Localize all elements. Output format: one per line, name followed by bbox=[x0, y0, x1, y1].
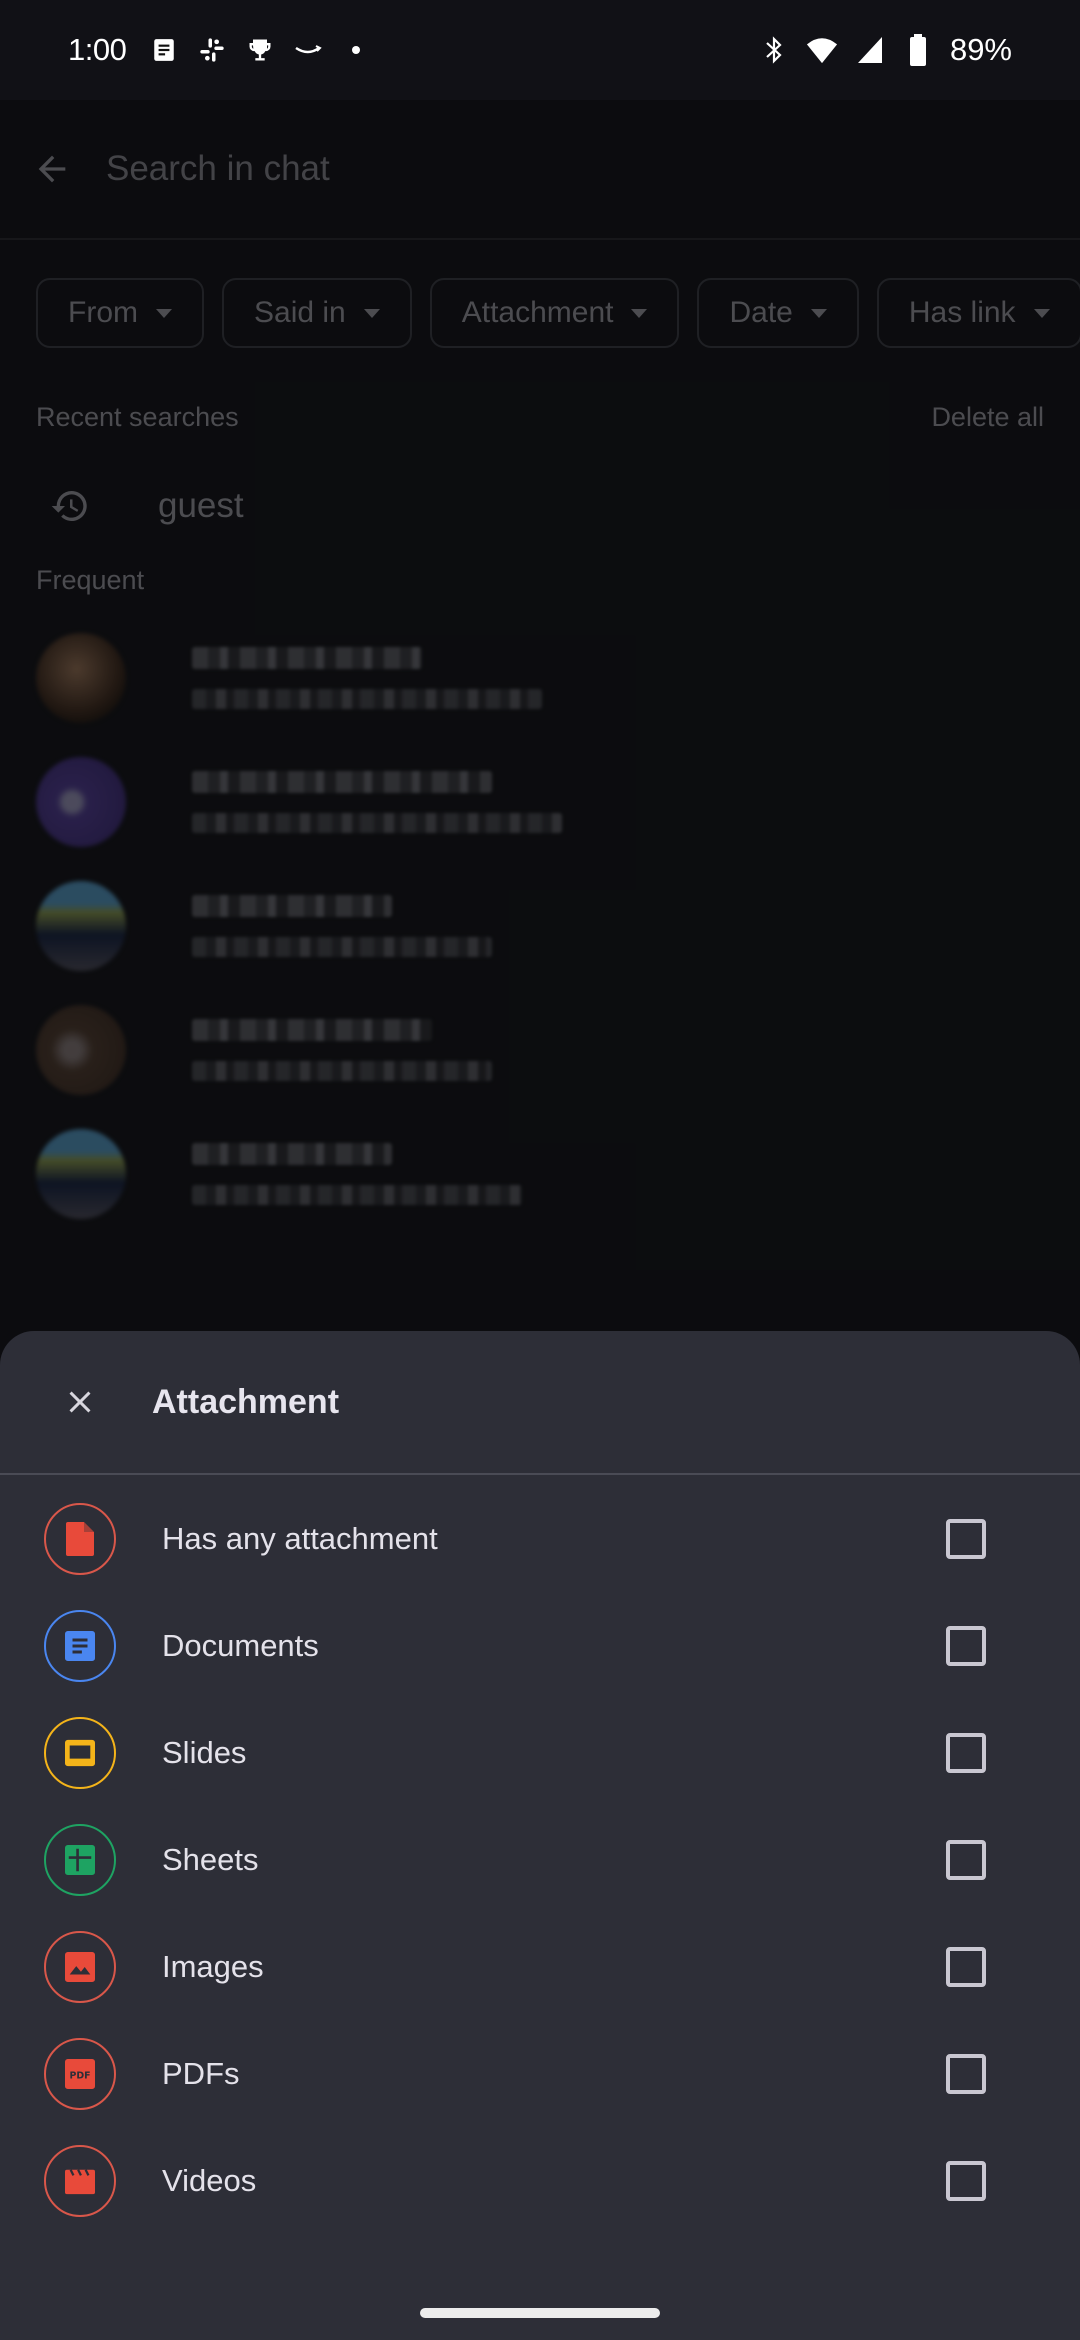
close-button[interactable] bbox=[58, 1380, 102, 1424]
wifi-icon bbox=[806, 34, 838, 66]
option-images[interactable]: Images bbox=[0, 1913, 1080, 2020]
video-icon bbox=[44, 2144, 116, 2217]
cell-signal-icon bbox=[854, 34, 886, 66]
bluetooth-icon bbox=[758, 34, 790, 66]
checkbox[interactable] bbox=[946, 1839, 986, 1880]
dot-icon bbox=[340, 34, 372, 66]
option-label: Documents bbox=[162, 1627, 319, 1663]
option-label: PDFs bbox=[162, 2055, 240, 2091]
status-bar: 1:00 89% bbox=[0, 0, 1080, 100]
checkbox[interactable] bbox=[946, 1518, 986, 1559]
amazon-icon bbox=[292, 34, 324, 66]
sheet-header: Attachment bbox=[0, 1331, 1080, 1475]
option-documents[interactable]: Documents bbox=[0, 1592, 1080, 1699]
trophy-icon bbox=[244, 34, 276, 66]
battery-percent: 89% bbox=[949, 32, 1012, 67]
option-sheets[interactable]: Sheets bbox=[0, 1806, 1080, 1913]
option-label: Has any attachment bbox=[162, 1520, 438, 1556]
option-videos[interactable]: Videos bbox=[0, 2127, 1080, 2234]
sheets-icon bbox=[44, 1823, 116, 1896]
home-indicator[interactable] bbox=[420, 2308, 660, 2318]
option-label: Videos bbox=[162, 2162, 257, 2198]
sheet-title: Attachment bbox=[152, 1382, 340, 1421]
pdf-icon: PDF bbox=[44, 2037, 116, 2110]
docs-icon bbox=[44, 1609, 116, 1682]
option-label: Sheets bbox=[162, 1841, 259, 1877]
slack-icon bbox=[196, 34, 228, 66]
svg-text:PDF: PDF bbox=[69, 2070, 90, 2081]
slides-icon bbox=[44, 1716, 116, 1789]
option-has-any-attachment[interactable]: Has any attachment bbox=[0, 1485, 1080, 1592]
image-icon bbox=[44, 1930, 116, 2003]
close-icon bbox=[69, 1391, 91, 1413]
battery-icon bbox=[902, 34, 934, 66]
file-icon bbox=[44, 1502, 116, 1575]
status-time: 1:00 bbox=[68, 32, 127, 67]
news-icon bbox=[148, 34, 180, 66]
checkbox[interactable] bbox=[946, 1732, 986, 1773]
attachment-bottom-sheet: Attachment Has any attachment Documents … bbox=[0, 1331, 1080, 2340]
checkbox[interactable] bbox=[946, 2160, 986, 2201]
option-label: Slides bbox=[162, 1734, 247, 1770]
attachment-options: Has any attachment Documents Slides Shee… bbox=[0, 1475, 1080, 2234]
checkbox[interactable] bbox=[946, 1946, 986, 1987]
checkbox[interactable] bbox=[946, 1625, 986, 1666]
option-pdfs[interactable]: PDF PDFs bbox=[0, 2020, 1080, 2127]
checkbox[interactable] bbox=[946, 2053, 986, 2094]
option-label: Images bbox=[162, 1948, 264, 1984]
option-slides[interactable]: Slides bbox=[0, 1699, 1080, 1806]
